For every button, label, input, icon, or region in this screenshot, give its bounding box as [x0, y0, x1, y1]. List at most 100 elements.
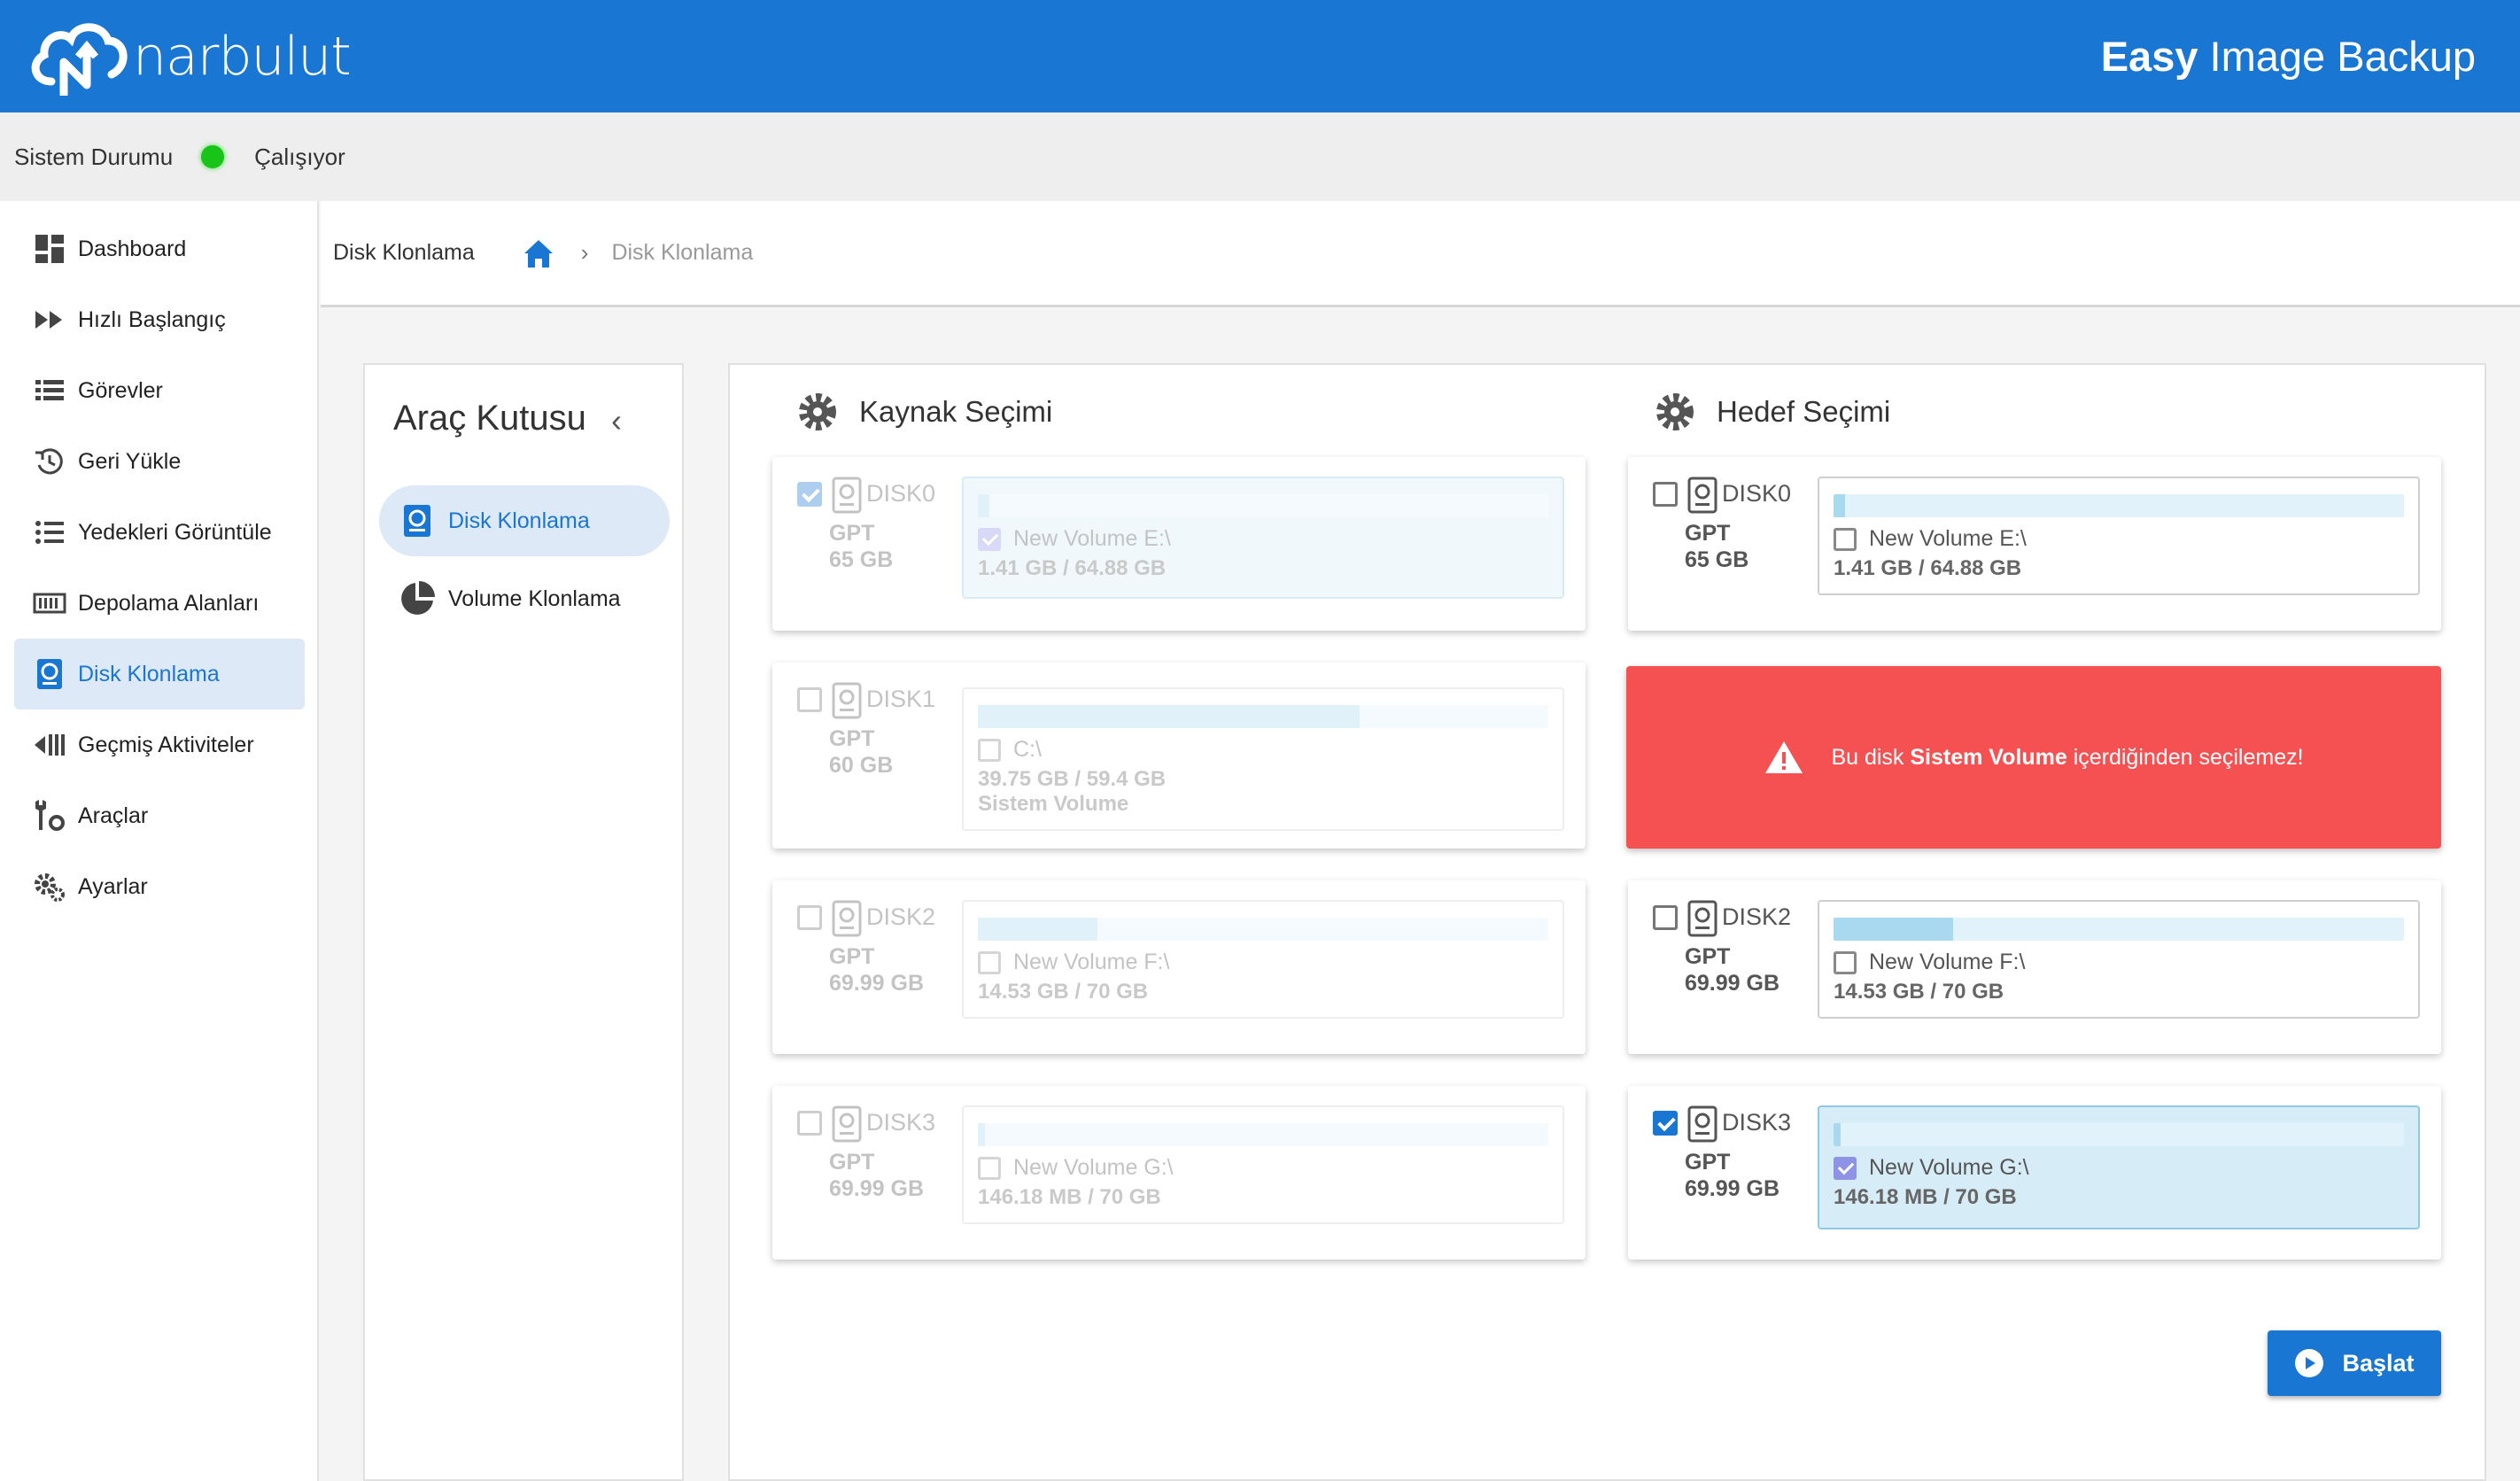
disk-icon — [404, 505, 430, 537]
sidebar-item-geri-yukle[interactable]: Geri Yükle — [14, 426, 305, 497]
volume-box[interactable]: New Volume E:\ 1.41 GB / 64.88 GB — [962, 477, 1564, 599]
tools-icon — [32, 798, 67, 834]
target-disk-card[interactable]: DISK3 GPT 69.99 GB New Volume G:\ 146.18… — [1628, 1086, 2441, 1260]
disk-partition-type: GPT — [829, 944, 875, 969]
volume-checkbox[interactable] — [1834, 528, 1857, 551]
volume-box[interactable]: New Volume E:\ 1.41 GB / 64.88 GB — [1818, 477, 2420, 595]
logo[interactable]: narbulut — [25, 11, 352, 103]
usage-bar — [1834, 494, 2404, 517]
usage-bar-fill — [1834, 494, 1845, 517]
breadcrumb: Disk Klonlama › Disk Klonlama — [321, 201, 2520, 307]
source-disk-card[interactable]: DISK0 GPT 65 GB New Volume E:\ 1.41 GB /… — [772, 457, 1586, 631]
gear-icon — [799, 393, 836, 430]
sidebar-item-label: Araçlar — [78, 803, 149, 828]
disk-size: 69.99 GB — [1685, 1176, 1780, 1201]
play-circle-icon — [2295, 1349, 2324, 1377]
sidebar-item-ayarlar[interactable]: Ayarlar — [14, 851, 305, 922]
volume-box[interactable]: New Volume G:\ 146.18 MB / 70 GB — [962, 1105, 1564, 1224]
volume-usage-text: 14.53 GB / 70 GB — [978, 980, 1149, 1004]
home-icon[interactable] — [521, 236, 556, 271]
volume-name: New Volume F:\ — [1013, 950, 1170, 974]
status-label: Sistem Durumu — [14, 143, 174, 170]
disk-size: 69.99 GB — [1685, 971, 1780, 996]
toolbox-panel: Araç Kutusu ‹ Disk Klonlama Volume Klonl… — [363, 363, 684, 1481]
target-title-text: Hedef Seçimi — [1717, 395, 1891, 428]
toolbox-item-disk-klonlama[interactable]: Disk Klonlama — [379, 485, 670, 556]
volume-checkbox[interactable] — [978, 528, 1001, 551]
source-disk-card[interactable]: DISK2 GPT 69.99 GB New Volume F:\ 14.53 … — [772, 880, 1586, 1054]
fast-forward-icon — [32, 302, 67, 337]
app-title-rest: Image Backup — [2198, 33, 2476, 80]
volume-checkbox[interactable] — [978, 951, 1001, 974]
volume-box[interactable]: New Volume G:\ 146.18 MB / 70 GB — [1818, 1105, 2420, 1229]
disk-clone-panel: Kaynak Seçimi Hedef Seçimi DISK0 GPT 65 … — [728, 363, 2486, 1481]
volume-checkbox[interactable] — [978, 1157, 1001, 1180]
toolbox-item-label: Volume Klonlama — [448, 585, 621, 611]
app-title: Easy Image Backup — [2101, 32, 2476, 81]
breadcrumb-separator: › — [580, 239, 589, 266]
source-disk-card[interactable]: DISK1 GPT 60 GB C:\ 39.75 GB / 59.4 GB S… — [772, 663, 1586, 849]
page-title: Disk Klonlama — [333, 240, 475, 265]
warning-icon — [1765, 741, 1803, 773]
sidebar-item-label: Ayarlar — [78, 873, 148, 899]
status-indicator — [201, 145, 225, 168]
volume-name: New Volume G:\ — [1013, 1155, 1174, 1180]
source-disk-checkbox[interactable] — [797, 687, 822, 712]
volume-checkbox[interactable] — [978, 739, 1001, 762]
usage-bar-fill — [978, 705, 1361, 728]
source-disk-card[interactable]: DISK3 GPT 69.99 GB New Volume G:\ 146.18… — [772, 1086, 1586, 1260]
source-disk-checkbox[interactable] — [797, 1111, 822, 1136]
usage-bar — [978, 1123, 1548, 1146]
collapse-chevron-icon[interactable]: ‹ — [611, 402, 622, 439]
source-disk-checkbox[interactable] — [797, 482, 822, 507]
breadcrumb-current: Disk Klonlama — [611, 240, 754, 265]
alert-text-suffix: içerdiğinden seçilemez! — [2066, 744, 2304, 770]
disk-partition-type: GPT — [829, 1150, 875, 1175]
sidebar-item-label: Geri Yükle — [78, 448, 182, 474]
volume-name: C:\ — [1013, 737, 1042, 762]
target-disk-checkbox[interactable] — [1653, 1111, 1678, 1136]
target-disk-checkbox[interactable] — [1653, 905, 1678, 930]
disk-icon — [32, 656, 67, 692]
disk-partition-type: GPT — [1685, 521, 1731, 546]
sidebar-item-label: Geçmiş Aktiviteler — [78, 732, 254, 757]
volume-usage-text: 39.75 GB / 59.4 GB — [978, 767, 1167, 791]
restore-icon — [32, 444, 67, 479]
volume-box[interactable]: C:\ 39.75 GB / 59.4 GB Sistem Volume — [962, 687, 1564, 831]
volume-checkbox[interactable] — [1834, 1157, 1857, 1180]
usage-bar — [1834, 918, 2404, 941]
volume-checkbox[interactable] — [1834, 951, 1857, 974]
volume-usage-text: 146.18 MB / 70 GB — [978, 1185, 1161, 1209]
top-bar: narbulut Easy Image Backup — [0, 0, 2520, 112]
sidebar-item-hizli-baslangic[interactable]: Hızlı Başlangıç — [14, 284, 305, 355]
usage-bar — [978, 705, 1548, 728]
usage-bar-fill — [978, 494, 989, 517]
sidebar-item-araclar[interactable]: Araçlar — [14, 780, 305, 851]
sidebar-item-dashboard[interactable]: Dashboard — [14, 213, 305, 284]
volume-name: New Volume E:\ — [1869, 526, 2027, 551]
start-button[interactable]: Başlat — [2268, 1330, 2441, 1396]
source-disk-checkbox[interactable] — [797, 905, 822, 930]
toolbox-item-volume-klonlama[interactable]: Volume Klonlama — [379, 563, 670, 634]
volume-box[interactable]: New Volume F:\ 14.53 GB / 70 GB — [962, 900, 1564, 1019]
target-disk-card[interactable]: DISK2 GPT 69.99 GB New Volume F:\ 14.53 … — [1628, 880, 2441, 1054]
system-volume-label: Sistem Volume — [978, 792, 1129, 816]
sidebar-item-depolama-alanlari[interactable]: Depolama Alanları — [14, 568, 305, 639]
sidebar-item-label: Disk Klonlama — [78, 661, 220, 686]
usage-bar-fill — [978, 918, 1098, 941]
disk-size: 69.99 GB — [829, 971, 925, 996]
sidebar-item-gecmis-aktiviteler[interactable]: Geçmiş Aktiviteler — [14, 709, 305, 780]
disk-size: 60 GB — [829, 753, 894, 778]
sidebar-item-gorevler[interactable]: Görevler — [14, 355, 305, 426]
volume-box[interactable]: New Volume F:\ 14.53 GB / 70 GB — [1818, 900, 2420, 1019]
sidebar-item-yedekleri-goruntule[interactable]: Yedekleri Görüntüle — [14, 497, 305, 568]
disk-size: 69.99 GB — [829, 1176, 925, 1201]
list-icon — [32, 373, 67, 408]
target-disk-card[interactable]: DISK0 GPT 65 GB New Volume E:\ 1.41 GB /… — [1628, 457, 2441, 631]
sidebar-item-disk-klonlama[interactable]: Disk Klonlama — [14, 639, 305, 709]
sidebar-item-label: Görevler — [78, 377, 163, 403]
target-disk-checkbox[interactable] — [1653, 482, 1678, 507]
volume-usage-text: 146.18 MB / 70 GB — [1834, 1185, 2017, 1209]
hard-disk-icon — [832, 1105, 862, 1143]
sidebar-item-label: Yedekleri Görüntüle — [78, 519, 272, 545]
